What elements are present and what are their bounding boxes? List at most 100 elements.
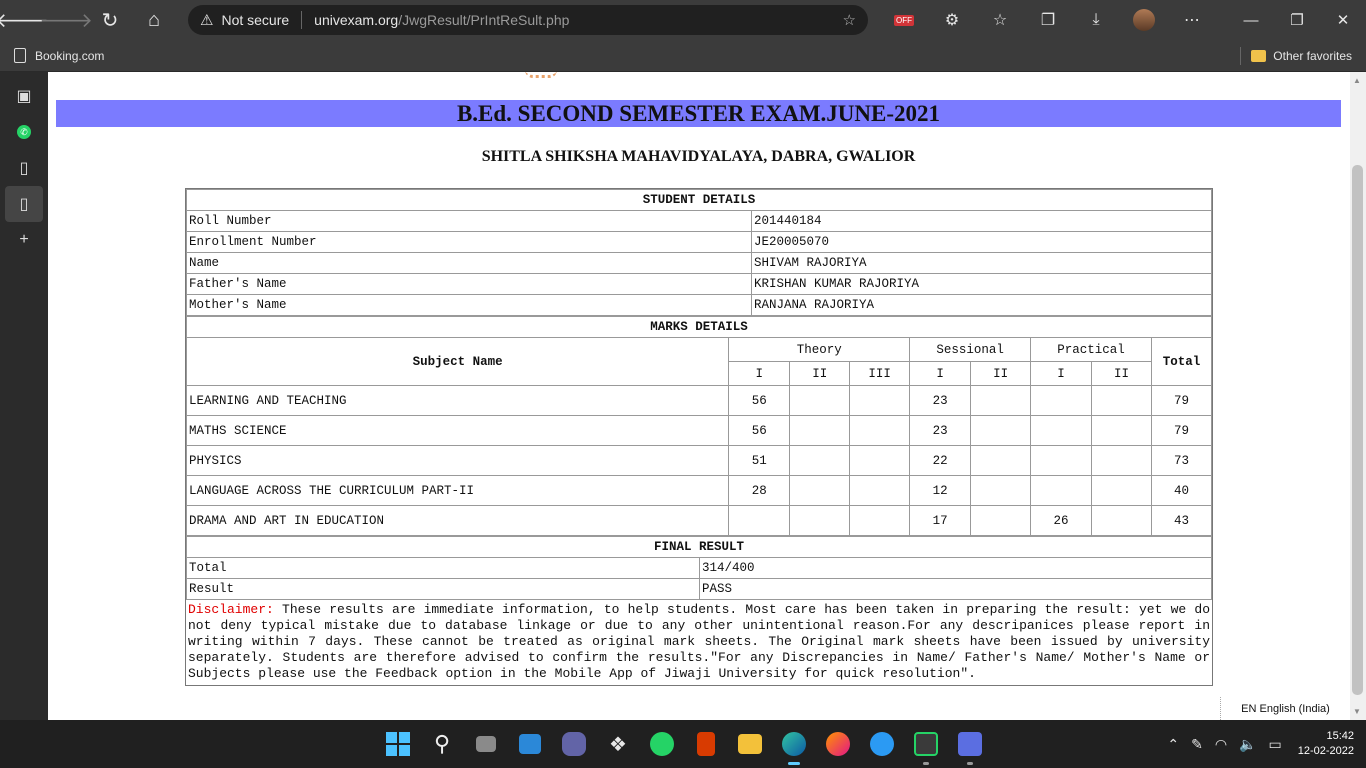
dropbox-button[interactable]: ❖: [596, 720, 640, 768]
edge-button[interactable]: [772, 720, 816, 768]
folder-icon: [1251, 50, 1267, 62]
folder-icon: [738, 734, 762, 754]
back-button[interactable]: 🡐: [0, 0, 49, 40]
firefox-button[interactable]: [816, 720, 860, 768]
mark-cell: 17: [909, 505, 972, 536]
profile-avatar[interactable]: [1120, 0, 1168, 40]
mark-cell: 56: [728, 415, 791, 446]
subject-name-cell: LANGUAGE ACROSS THE CURRICULUM PART-II: [185, 475, 730, 506]
marks-table: MARKS DETAILS Subject Name Theory Sessio…: [185, 316, 1213, 536]
task-view-icon: [476, 736, 496, 752]
tab-page[interactable]: ▯: [0, 150, 48, 186]
refresh-button[interactable]: ↻: [88, 0, 132, 40]
favorites-bar: Booking.com Other favorites: [0, 40, 1366, 72]
clock-date: 12-02-2022: [1297, 745, 1354, 757]
battery-icon[interactable]: ▭: [1268, 736, 1281, 753]
table-row: LEARNING AND TEACHING 56 23 79: [185, 385, 1213, 416]
home-button[interactable]: ⌂: [132, 0, 176, 40]
result-sheet: STUDENT DETAILS Roll Number 201440184 Enr…: [185, 188, 1213, 686]
tips-button[interactable]: [860, 720, 904, 768]
table-row: MATHS SCIENCE 56 23 79: [185, 415, 1213, 446]
file-explorer-button[interactable]: [728, 720, 772, 768]
field-label: Total: [186, 557, 700, 579]
practical-col-header: II: [1091, 361, 1152, 386]
table-row: Father's Name KRISHAN KUMAR RAJORIYA: [186, 273, 1212, 295]
table-row: Total 314/400: [186, 557, 1212, 579]
mark-cell: 51: [728, 445, 791, 476]
forward-button[interactable]: 🡒: [39, 0, 93, 40]
mark-cell: [789, 505, 851, 536]
mark-cell: [789, 385, 851, 416]
windows-taskbar: ⚲ ❖ ⌃ ✎ ◠ 🔈 ▭ 15:42 12-02-2022: [0, 720, 1366, 768]
mark-cell: [1030, 415, 1092, 446]
vertical-tabs-sidebar: ▣ ✆ ▯ ▯ +: [0, 72, 48, 720]
office-icon: [697, 732, 715, 756]
chevron-up-icon[interactable]: ⌃: [1167, 736, 1179, 753]
add-favorite-icon[interactable]: ☆: [843, 11, 856, 29]
teams-chat-button[interactable]: [552, 720, 596, 768]
final-result-table: FINAL RESULT Total 314/400 Result PASS: [186, 536, 1212, 600]
mark-cell: [970, 385, 1032, 416]
student-details-table: STUDENT DETAILS Roll Number 201440184 Enr…: [186, 189, 1212, 316]
coupon-extension-icon[interactable]: OFF: [880, 0, 928, 40]
new-tab-button[interactable]: +: [0, 222, 48, 258]
favorite-booking[interactable]: Booking.com: [14, 48, 104, 63]
pen-icon[interactable]: ✎: [1191, 736, 1203, 753]
table-row: Result PASS: [186, 578, 1212, 600]
mark-cell: [970, 445, 1032, 476]
mark-cell: [849, 385, 911, 416]
total-header: Total: [1150, 337, 1213, 386]
collections-icon[interactable]: ❐: [1024, 0, 1072, 40]
task-view-button[interactable]: [464, 720, 508, 768]
result-value: PASS: [699, 578, 1212, 600]
mark-cell: 56: [728, 385, 791, 416]
security-label[interactable]: Not secure: [221, 12, 289, 28]
total-cell: 43: [1150, 505, 1213, 536]
mark-cell: 23: [909, 385, 972, 416]
total-cell: 79: [1150, 415, 1213, 446]
wifi-icon[interactable]: ◠: [1215, 736, 1227, 753]
sessional-col-header: I: [909, 361, 972, 386]
whatsapp-web-icon: [914, 732, 938, 756]
mark-cell: [970, 415, 1032, 446]
whatsapp-icon: ✆: [17, 125, 31, 139]
clock[interactable]: 15:42 12-02-2022: [1298, 729, 1354, 759]
favorites-icon[interactable]: ☆: [976, 0, 1024, 40]
close-button[interactable]: ✕: [1320, 0, 1366, 40]
search-button[interactable]: ⚲: [420, 720, 464, 768]
scroll-down-icon[interactable]: ▼: [1353, 707, 1361, 716]
language-tooltip: EN English (India): [1220, 697, 1350, 720]
restore-button[interactable]: ❐: [1274, 0, 1320, 40]
field-label: Name: [186, 252, 752, 274]
table-row: Roll Number 201440184: [186, 210, 1212, 232]
mark-cell: 26: [1030, 505, 1092, 536]
tab-whatsapp[interactable]: ✆: [0, 114, 48, 150]
office-button[interactable]: [684, 720, 728, 768]
widgets-button[interactable]: [508, 720, 552, 768]
tab-actions-icon[interactable]: ▣: [0, 78, 48, 114]
extensions-icon[interactable]: ⚙: [928, 0, 976, 40]
start-button[interactable]: [376, 720, 420, 768]
volume-icon[interactable]: 🔈: [1239, 736, 1256, 753]
address-bar[interactable]: ⚠ Not secure univexam.org /JwgResult/PrI…: [188, 5, 868, 35]
favorite-label: Booking.com: [35, 48, 105, 63]
total-cell: 79: [1150, 385, 1213, 416]
subject-name-cell: PHYSICS: [185, 445, 730, 476]
sessional-header: Sessional: [909, 337, 1032, 362]
scroll-up-icon[interactable]: ▲: [1353, 76, 1361, 85]
whatsapp-button[interactable]: [640, 720, 684, 768]
mark-cell: [849, 475, 911, 506]
app-m-button[interactable]: [948, 720, 992, 768]
other-favorites[interactable]: Other favorites: [1240, 40, 1352, 72]
tab-active-page[interactable]: ▯: [5, 186, 43, 222]
downloads-icon[interactable]: ⤓: [1072, 0, 1120, 40]
more-menu-icon[interactable]: ⋯: [1168, 0, 1216, 40]
minimize-button[interactable]: —: [1228, 0, 1274, 40]
scroll-thumb[interactable]: [1352, 165, 1363, 695]
warning-icon[interactable]: ⚠: [200, 11, 213, 29]
table-row: Name SHIVAM RAJORIYA: [186, 252, 1212, 274]
url-path[interactable]: /JwgResult/PrIntReSult.php: [398, 12, 569, 28]
whatsapp-web-button[interactable]: [904, 720, 948, 768]
mark-cell: [1030, 385, 1092, 416]
url-domain[interactable]: univexam.org: [314, 12, 398, 28]
